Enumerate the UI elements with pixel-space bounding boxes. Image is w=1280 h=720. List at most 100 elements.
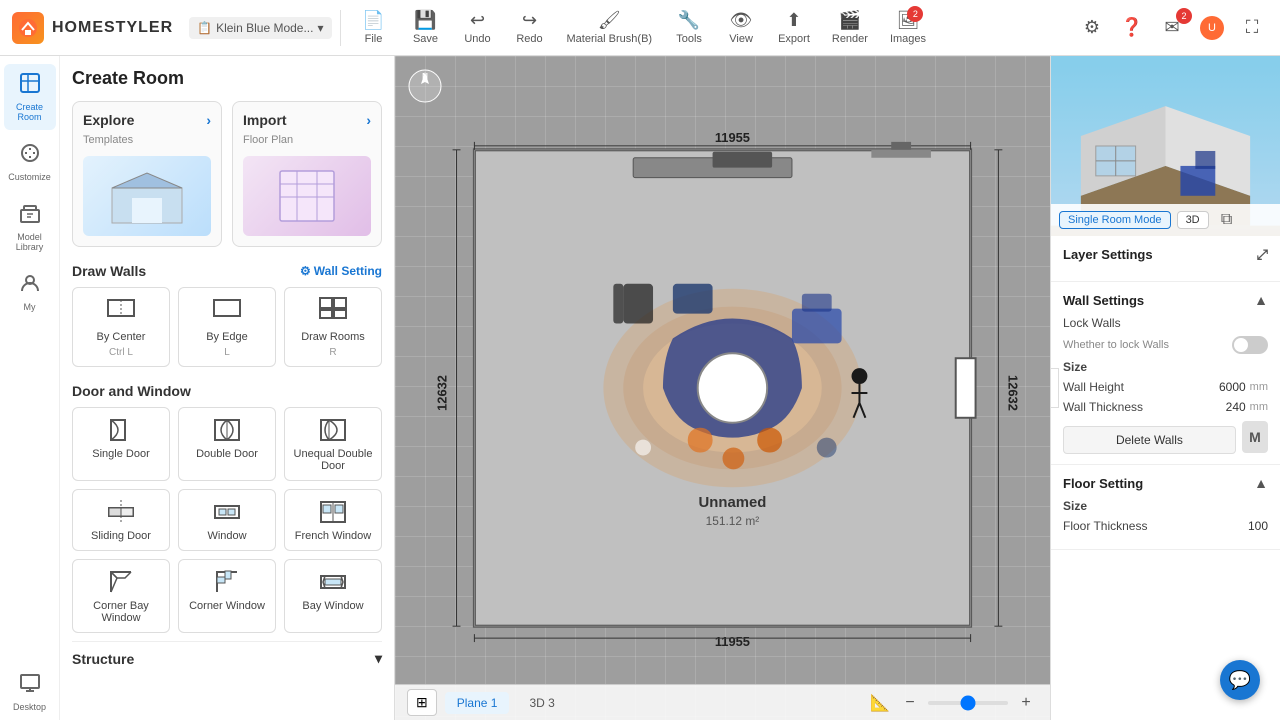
floor-settings-collapse-icon[interactable]: ▲ (1254, 475, 1268, 491)
wall-thickness-value: 240 (1226, 400, 1246, 414)
tools-icon: 🔧 (678, 10, 700, 31)
create-room-label: Create Room (8, 102, 52, 122)
snap-icon: ⊞ (416, 694, 428, 711)
wall-height-label: Wall Height (1063, 380, 1219, 394)
main-toolbar: HOMESTYLER 📋 Klein Blue Mode... ▾ 📄 File… (0, 0, 1280, 56)
images-button[interactable]: 🖼 2 Images (880, 6, 936, 49)
single-door-button[interactable]: Single Door (72, 407, 170, 481)
wall-thickness-row: Wall Thickness 240 mm (1063, 400, 1268, 414)
help-icon[interactable]: ❓ (1116, 12, 1148, 44)
project-name[interactable]: 📋 Klein Blue Mode... ▾ (189, 17, 331, 39)
fullscreen-icon[interactable]: ⛶ (1236, 12, 1268, 44)
draw-rooms-button[interactable]: Draw Rooms R (284, 287, 382, 367)
measure-icon[interactable]: 📐 (868, 691, 892, 715)
undo-button[interactable]: ↩ Undo (453, 6, 503, 49)
tools-button[interactable]: 🔧 Tools (664, 6, 714, 49)
toolbar-right-icons: ⚙ ❓ ✉ 2 U ⛶ (1076, 12, 1268, 44)
window-button[interactable]: Window (178, 489, 276, 551)
single-room-mode-button[interactable]: Single Room Mode (1059, 211, 1171, 229)
create-room-icon (19, 72, 41, 100)
right-panel-toggle[interactable]: ‹ (1050, 368, 1059, 408)
right-panel: ‹ (1050, 56, 1280, 720)
sidebar-item-model-library[interactable]: Model Library (4, 194, 56, 260)
window-icon (213, 498, 241, 526)
sliding-door-button[interactable]: Sliding Door (72, 489, 170, 551)
toolbar-file-group: 📄 File 💾 Save ↩ Undo ↪ Redo 🖌 Material B… (349, 6, 937, 49)
import-floor-plan-card[interactable]: Import › Floor Plan (232, 101, 382, 247)
floor-settings-section: Floor Setting ▲ Size Floor Thickness 100 (1051, 465, 1280, 550)
by-edge-icon (212, 296, 242, 327)
import-arrow-icon: › (366, 112, 371, 128)
file-button[interactable]: 📄 File (349, 6, 399, 49)
wall-thickness-label: Wall Thickness (1063, 400, 1226, 414)
double-door-icon (213, 416, 241, 444)
material-brush-button[interactable]: 🖌 Material Brush(B) (557, 6, 663, 49)
my-icon (19, 272, 41, 300)
template-import-row: Explore › Templates NEW (72, 101, 382, 247)
french-window-button[interactable]: French Window (284, 489, 382, 551)
copy-preview-button[interactable]: ⧉ (1215, 208, 1239, 232)
render-button[interactable]: 🎬 Render (822, 6, 878, 49)
svg-text:Unnamed: Unnamed (699, 495, 767, 511)
wall-settings-section: Wall Settings ▲ Lock Walls Whether to lo… (1051, 282, 1280, 465)
sidebar-item-create-room[interactable]: Create Room (4, 64, 56, 130)
left-sidebar: Create Room Explore › Templates NEW (60, 56, 395, 720)
view-button[interactable]: 👁 View (716, 6, 766, 49)
sidebar-item-my[interactable]: My (4, 264, 56, 320)
save-button[interactable]: 💾 Save (401, 6, 451, 49)
lock-walls-row: Lock Walls (1063, 316, 1268, 330)
explore-templates-card[interactable]: Explore › Templates NEW (72, 101, 222, 247)
wall-thickness-unit: mm (1250, 401, 1268, 413)
structure-section[interactable]: Structure ▾ (72, 641, 382, 675)
redo-button[interactable]: ↪ Redo (505, 6, 555, 49)
preview-controls: Single Room Mode 3D ⧉ (1051, 204, 1280, 236)
3d-mode-button[interactable]: 3D (1177, 211, 1209, 229)
layer-settings-expand-icon[interactable]: ⤢ (1257, 246, 1268, 263)
zoom-out-button[interactable]: − (898, 691, 922, 715)
toolbar-divider-1 (340, 10, 341, 46)
floor-size-label: Size (1063, 499, 1268, 513)
wall-settings-title: Wall Settings ▲ (1063, 292, 1268, 308)
feedback-button[interactable]: 💬 (1220, 660, 1260, 700)
wall-setting-link[interactable]: ⚙ Wall Setting (300, 264, 382, 278)
french-window-icon (319, 498, 347, 526)
delete-walls-button[interactable]: Delete Walls (1063, 426, 1236, 454)
customize-icon (19, 142, 41, 170)
layer-settings-section: Layer Settings ⤢ (1051, 236, 1280, 282)
snap-button[interactable]: ⊞ (407, 689, 437, 716)
export-icon: ⬆ (786, 10, 801, 31)
lock-walls-toggle[interactable] (1232, 336, 1268, 354)
render-icon: 🎬 (839, 10, 861, 31)
corner-bay-window-button[interactable]: Corner Bay Window (72, 559, 170, 633)
zoom-in-button[interactable]: + (1014, 691, 1038, 715)
structure-expand-icon: ▾ (375, 650, 382, 667)
floor-plan-svg: 11955 11955 12632 12632 Unnamed 151.12 m… (395, 56, 1050, 720)
floor-thickness-row: Floor Thickness 100 (1063, 519, 1268, 533)
plane-tab[interactable]: Plane 1 (445, 692, 510, 714)
notification-icon[interactable]: ✉ 2 (1156, 12, 1188, 44)
by-edge-button[interactable]: By Edge L (178, 287, 276, 367)
size-label: Size (1063, 360, 1268, 374)
zoom-controls: 📐 − + (868, 691, 1038, 715)
corner-window-button[interactable]: Corner Window (178, 559, 276, 633)
wall-settings-collapse-icon[interactable]: ▲ (1254, 292, 1268, 308)
svg-text:12632: 12632 (435, 375, 450, 411)
by-center-button[interactable]: By Center Ctrl L (72, 287, 170, 367)
threed-tab[interactable]: 3D 3 (517, 692, 566, 714)
sidebar-item-desktop[interactable]: Desktop (4, 664, 56, 720)
material-brush-icon: 🖌 (598, 10, 621, 31)
svg-text:11955: 11955 (715, 634, 750, 649)
import-sub: Floor Plan (243, 134, 371, 146)
desktop-icon (19, 672, 41, 700)
unequal-double-door-button[interactable]: Unequal Double Door (284, 407, 382, 481)
bay-window-button[interactable]: Bay Window (284, 559, 382, 633)
user-avatar[interactable]: U (1196, 12, 1228, 44)
m-button[interactable]: M (1242, 421, 1268, 453)
delete-walls-row: Delete Walls M (1063, 420, 1268, 454)
zoom-slider[interactable] (928, 701, 1008, 705)
export-button[interactable]: ⬆ Export (768, 6, 820, 49)
sidebar-item-customize[interactable]: Customize (4, 134, 56, 190)
settings-icon[interactable]: ⚙ (1076, 12, 1108, 44)
canvas-area[interactable]: N (395, 56, 1050, 720)
double-door-button[interactable]: Double Door (178, 407, 276, 481)
